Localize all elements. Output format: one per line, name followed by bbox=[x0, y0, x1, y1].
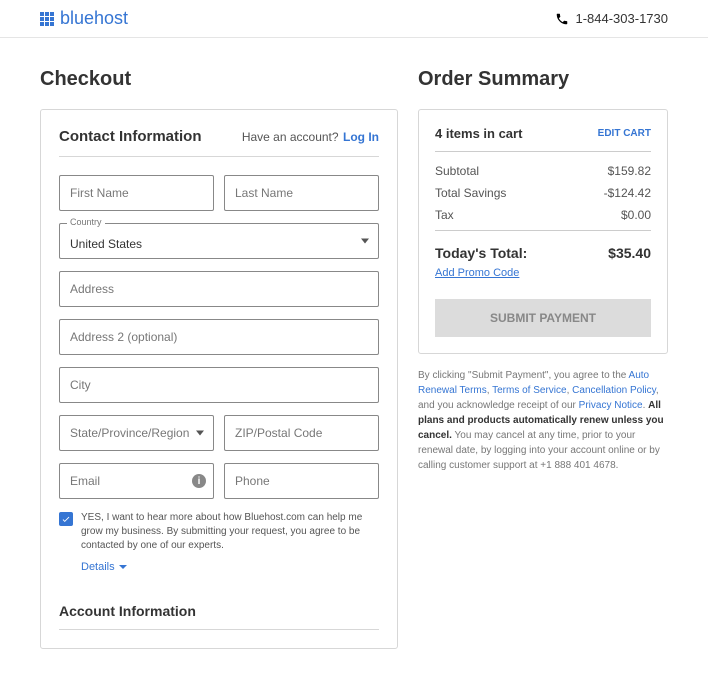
last-name-input[interactable] bbox=[224, 175, 379, 211]
phone-input[interactable] bbox=[224, 463, 379, 499]
summary-title: Order Summary bbox=[418, 68, 668, 91]
page-title: Checkout bbox=[40, 68, 398, 91]
check-icon bbox=[61, 514, 71, 524]
submit-payment-button[interactable]: SUBMIT PAYMENT bbox=[435, 299, 651, 337]
email-input[interactable] bbox=[59, 463, 214, 499]
contact-info-heading: Contact Information bbox=[59, 128, 202, 145]
address2-input[interactable] bbox=[59, 319, 379, 355]
edit-cart-link[interactable]: EDIT CART bbox=[598, 128, 651, 139]
login-link[interactable]: Log In bbox=[343, 130, 379, 144]
tos-link[interactable]: Terms of Service bbox=[492, 385, 566, 396]
info-icon[interactable]: i bbox=[192, 474, 206, 488]
subtotal-label: Subtotal bbox=[435, 164, 479, 178]
consent-checkbox[interactable] bbox=[59, 512, 73, 526]
header: bluehost 1-844-303-1730 bbox=[0, 0, 708, 38]
brand-name: bluehost bbox=[60, 8, 128, 29]
promo-link[interactable]: Add Promo Code bbox=[435, 267, 519, 279]
subtotal-value: $159.82 bbox=[608, 164, 651, 178]
legal-text: By clicking "Submit Payment", you agree … bbox=[418, 368, 668, 473]
savings-label: Total Savings bbox=[435, 186, 506, 200]
items-count: 4 items in cart bbox=[435, 126, 522, 141]
checkout-card: Contact Information Have an account? Log… bbox=[40, 109, 398, 649]
total-label: Today's Total: bbox=[435, 245, 527, 261]
first-name-input[interactable] bbox=[59, 175, 214, 211]
brand-logo[interactable]: bluehost bbox=[40, 8, 128, 29]
address-input[interactable] bbox=[59, 271, 379, 307]
privacy-link[interactable]: Privacy Notice bbox=[579, 400, 643, 411]
account-info-heading: Account Information bbox=[59, 603, 379, 630]
state-select[interactable]: State/Province/Region bbox=[59, 415, 214, 451]
phone-icon bbox=[555, 12, 569, 26]
savings-value: -$124.42 bbox=[604, 186, 651, 200]
consent-text: YES, I want to hear more about how Blueh… bbox=[81, 511, 379, 553]
summary-card: 4 items in cart EDIT CART Subtotal $159.8… bbox=[418, 109, 668, 354]
have-account-text: Have an account? bbox=[242, 130, 339, 144]
phone-display[interactable]: 1-844-303-1730 bbox=[555, 11, 668, 26]
chevron-down-icon bbox=[119, 565, 127, 569]
tax-label: Tax bbox=[435, 208, 454, 222]
details-toggle[interactable]: Details bbox=[81, 561, 127, 573]
zip-input[interactable] bbox=[224, 415, 379, 451]
country-label: Country bbox=[67, 217, 105, 227]
tax-value: $0.00 bbox=[621, 208, 651, 222]
country-select[interactable]: United States bbox=[59, 223, 379, 259]
logo-grid-icon bbox=[40, 12, 54, 26]
phone-number: 1-844-303-1730 bbox=[575, 11, 668, 26]
total-value: $35.40 bbox=[608, 245, 651, 261]
city-input[interactable] bbox=[59, 367, 379, 403]
cancellation-link[interactable]: Cancellation Policy bbox=[572, 385, 656, 396]
